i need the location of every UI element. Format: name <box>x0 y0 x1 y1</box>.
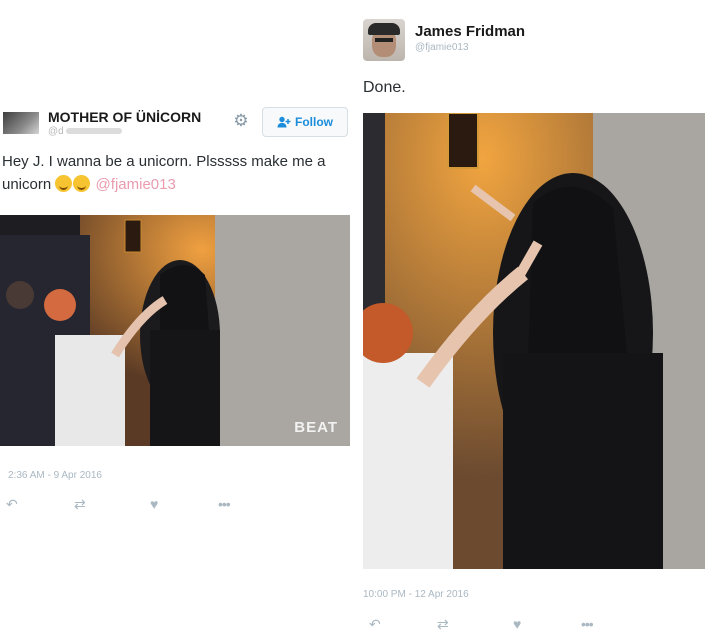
tweet-photo[interactable] <box>363 113 705 569</box>
display-name[interactable]: James Fridman <box>415 23 525 40</box>
username[interactable]: @d <box>48 126 64 137</box>
reply-tweet: James Fridman @fjamie013 Done. 10:00 PM … <box>355 0 707 643</box>
tweet-text: Done. <box>363 79 406 96</box>
retweet-icon[interactable]: ⇄ <box>74 497 86 511</box>
redacted-handle <box>66 128 122 134</box>
username[interactable]: @fjamie013 <box>415 42 469 53</box>
retweet-icon[interactable]: ⇄ <box>437 617 449 631</box>
avatar-glasses <box>375 38 393 42</box>
mention-link[interactable]: @fjamie013 <box>96 176 176 193</box>
relieved-face-emoji-icon <box>73 175 91 192</box>
timestamp[interactable]: 2:36 AM - 9 Apr 2016 <box>8 470 102 481</box>
avatar[interactable] <box>363 19 405 61</box>
more-icon[interactable]: ••• <box>218 497 231 511</box>
gear-icon[interactable]: ⚙ <box>232 112 250 130</box>
relieved-face-emoji-icon <box>55 175 73 192</box>
avatar[interactable] <box>3 112 39 134</box>
tweet-text: Hey J. I wanna be a unicorn. Plsssss mak… <box>2 150 354 196</box>
reply-icon[interactable]: ↶ <box>6 497 18 511</box>
avatar-hat <box>368 23 400 35</box>
add-user-icon <box>277 116 291 128</box>
tweet-photo[interactable]: BEAT <box>0 215 350 446</box>
timestamp[interactable]: 10:00 PM - 12 Apr 2016 <box>363 589 469 600</box>
original-tweet: MOTHER OF ÜNİCORN @d ⚙ Follow Hey J. I w… <box>0 0 352 643</box>
heart-icon[interactable]: ♥ <box>513 617 521 631</box>
photo-watermark: BEAT <box>294 419 338 436</box>
display-name[interactable]: MOTHER OF ÜNİCORN <box>48 109 201 125</box>
reply-icon[interactable]: ↶ <box>369 617 381 631</box>
tweet-actions: ↶ ⇄ ♥ ••• <box>363 617 594 635</box>
follow-button[interactable]: Follow <box>262 107 348 137</box>
heart-icon[interactable]: ♥ <box>150 497 158 511</box>
follow-label: Follow <box>295 115 333 129</box>
tweet-actions: ↶ ⇄ ♥ ••• <box>0 497 231 515</box>
more-icon[interactable]: ••• <box>581 617 594 631</box>
